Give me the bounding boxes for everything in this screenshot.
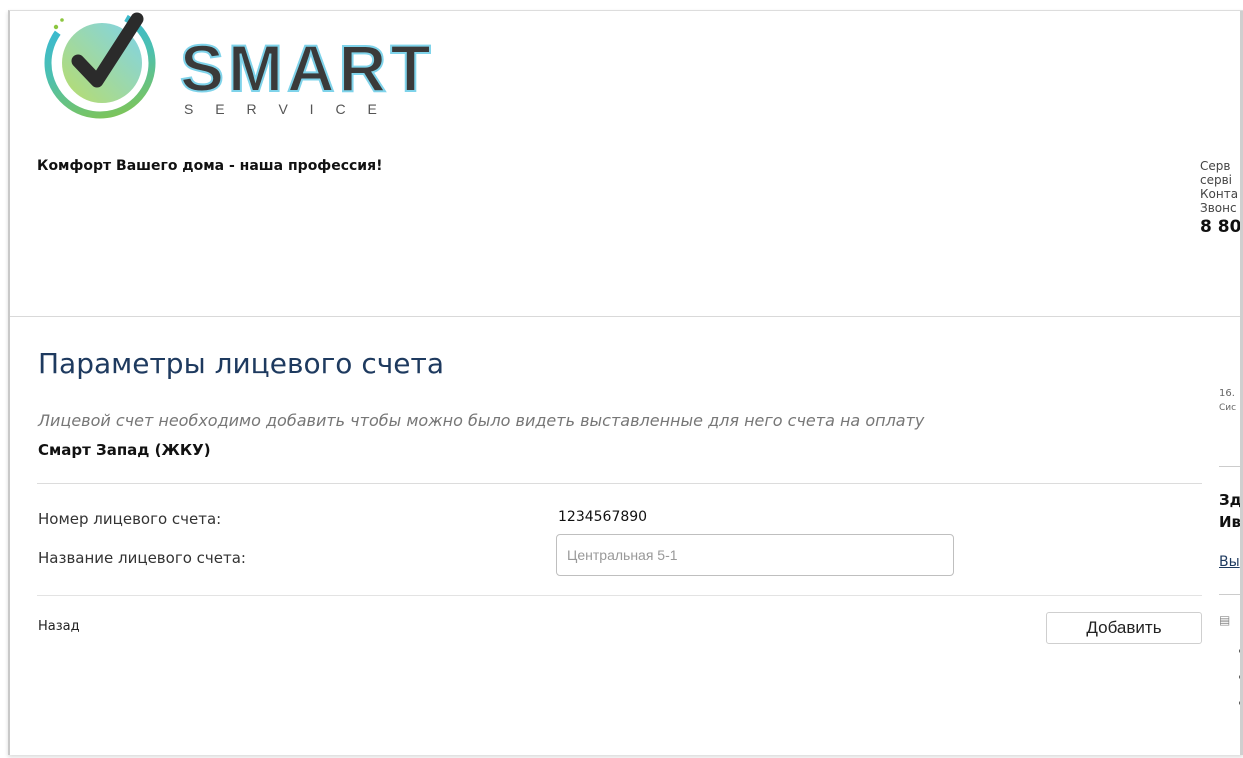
contact-phone[interactable]: 8 80 <box>1200 215 1243 239</box>
divider <box>37 595 1202 596</box>
header-divider <box>10 316 1243 317</box>
divider <box>37 483 1202 484</box>
account-name-input[interactable] <box>556 534 954 576</box>
contacts-line: Серв <box>1200 159 1231 173</box>
contacts-line: Звонс <box>1200 201 1237 215</box>
contacts-block: Серв серві Конта Звонс 8 80 <box>1200 159 1243 239</box>
add-button[interactable]: Добавить <box>1046 612 1202 644</box>
account-number-value: 1234567890 <box>558 509 648 525</box>
page-title: Параметры лицевого счета <box>38 347 444 380</box>
account-name-label: Название лицевого счета: <box>38 549 246 567</box>
contacts-line: Конта <box>1200 187 1239 201</box>
account-number-label: Номер лицевого счета: <box>38 510 222 528</box>
provider-name: Смарт Запад (ЖКУ) <box>38 441 211 459</box>
back-link[interactable]: Назад <box>38 619 80 634</box>
smart-service-logo: SMART S E R V I C E <box>44 11 435 119</box>
svg-text:S E R V I C E: S E R V I C E <box>184 101 386 117</box>
hint-text: Лицевой счет необходимо добавить чтобы м… <box>38 411 925 430</box>
page-frame: SMART S E R V I C E Комфорт Вашего дома … <box>8 10 1243 755</box>
contacts-line: серві <box>1200 173 1233 187</box>
tagline: Комфорт Вашего дома - наша профессия! <box>37 158 383 174</box>
svg-text:SMART: SMART <box>180 31 435 105</box>
